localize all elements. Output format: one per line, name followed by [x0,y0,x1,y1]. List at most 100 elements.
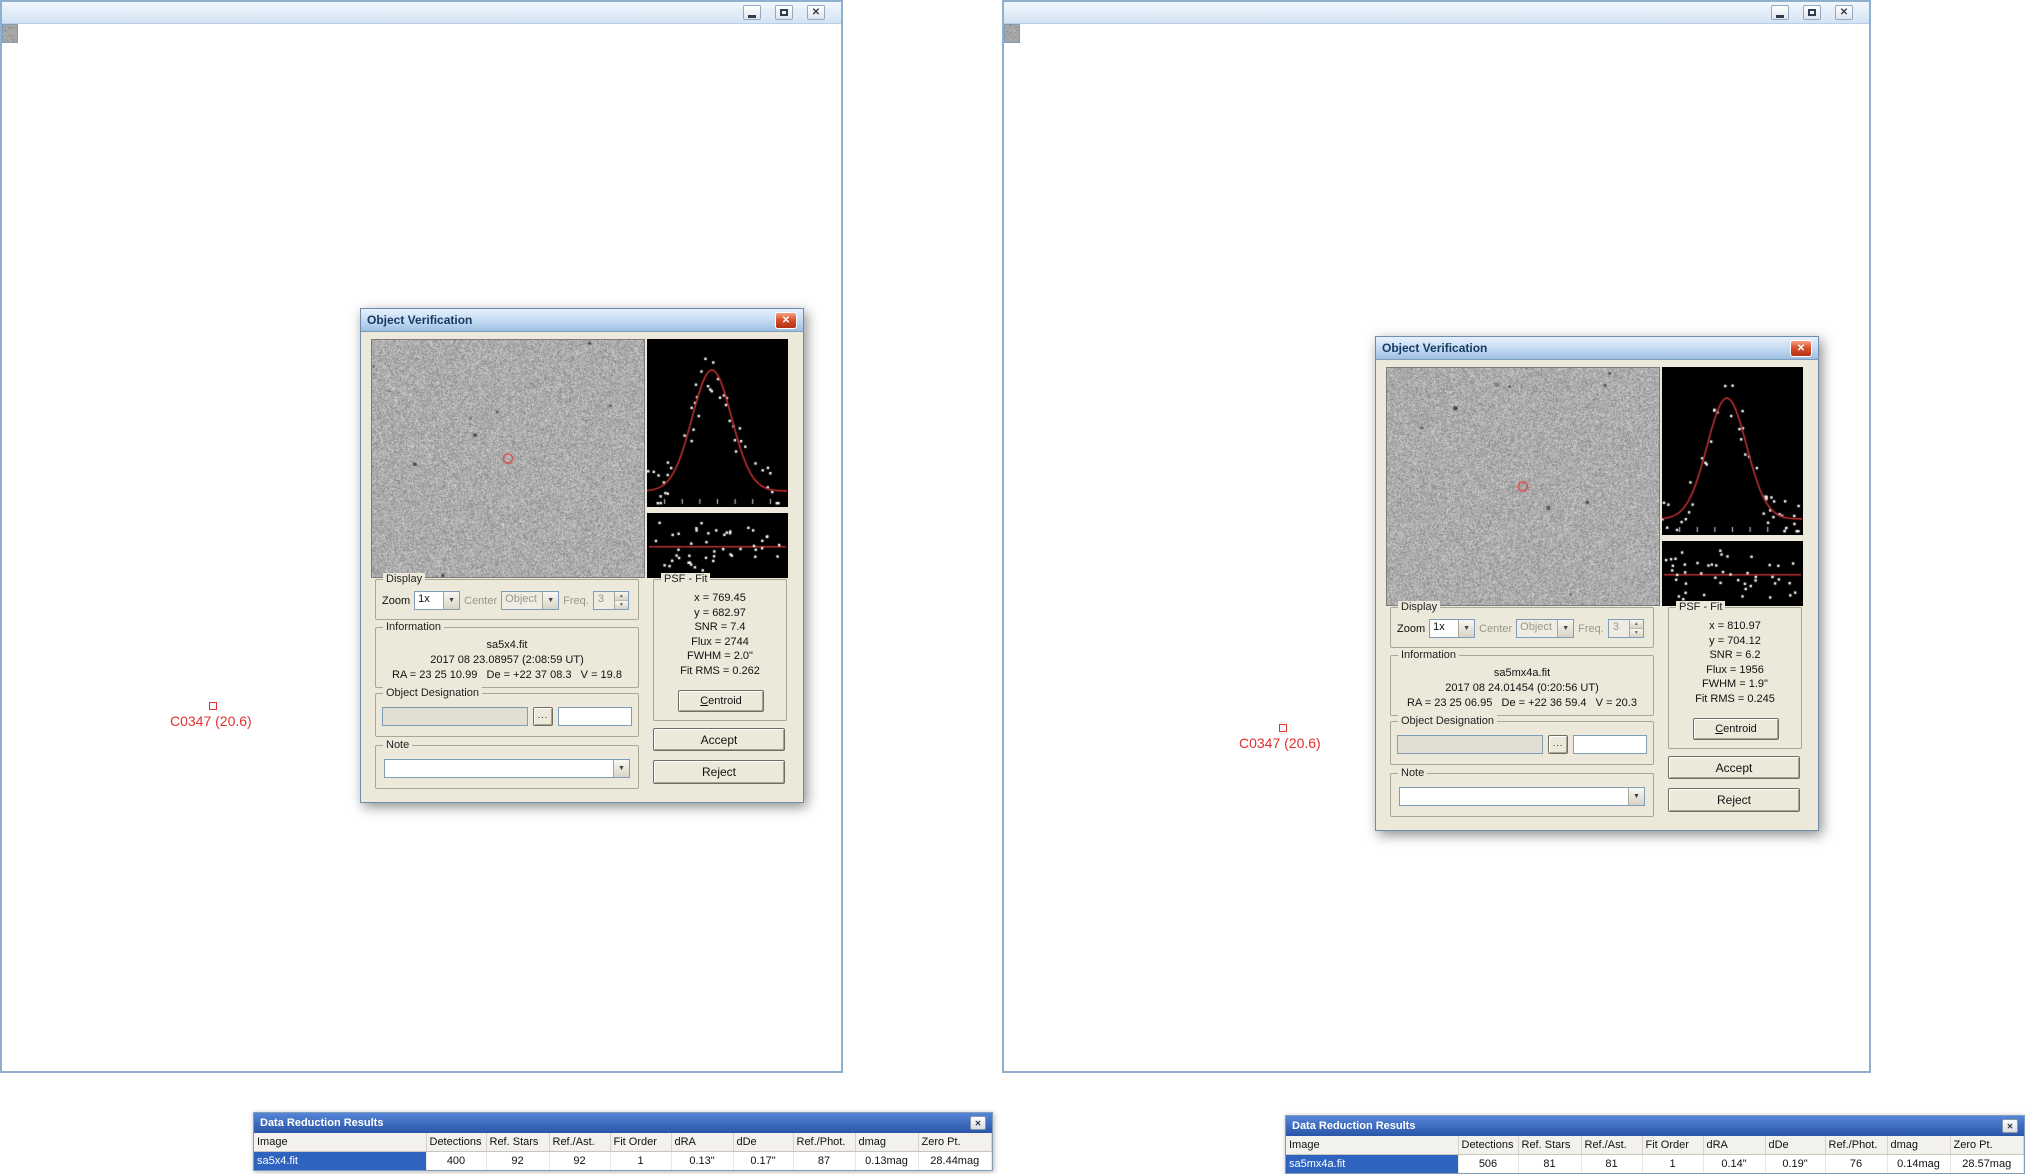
reject-button[interactable]: Reject [1668,788,1800,812]
object-marker [209,702,217,710]
col-image[interactable]: Image [254,1133,426,1152]
dialog-titlebar[interactable]: Object Verification ✕ [361,309,803,332]
accept-button[interactable]: Accept [1668,756,1800,779]
note-group: Note ▼ [1390,773,1654,817]
cell-ref-stars[interactable]: 92 [486,1152,549,1171]
table-row[interactable]: sa5mx4a.fit 506 81 81 1 0.14" 0.19" 76 0… [1286,1155,2024,1174]
close-button[interactable]: ✕ [1835,5,1853,20]
cell-ref-ast[interactable]: 81 [1581,1155,1642,1174]
designation-input[interactable] [1397,735,1543,754]
minimize-button[interactable] [1771,5,1789,20]
col-dde[interactable]: dDe [733,1133,793,1152]
col-dra[interactable]: dRA [671,1133,733,1152]
col-dmag[interactable]: dmag [855,1133,918,1152]
results-title: Data Reduction Results [260,1117,383,1129]
minimize-button[interactable] [743,5,761,20]
chevron-down-icon[interactable]: ▼ [613,760,629,777]
dialog-close-button[interactable]: ✕ [1790,340,1812,357]
restore-button[interactable] [775,5,793,20]
cell-fit-order[interactable]: 1 [1642,1155,1703,1174]
center-select: Object ▼ [1516,619,1574,638]
zoom-select[interactable]: 1x ▼ [1429,619,1475,638]
cell-fit-order[interactable]: 1 [610,1152,671,1171]
designation-extra-input[interactable] [1573,735,1647,754]
chevron-down-icon[interactable]: ▼ [443,592,459,609]
results-table: Image Detections Ref. Stars Ref./Ast. Fi… [1286,1136,2024,1173]
results-close-button[interactable]: ✕ [970,1116,986,1130]
information-legend: Information [383,621,444,634]
chevron-down-icon: ▼ [1557,620,1573,637]
col-zero-pt[interactable]: Zero Pt. [918,1133,992,1152]
col-ref-ast[interactable]: Ref./Ast. [549,1133,610,1152]
zoom-label: Zoom [1397,623,1425,635]
cell-ref-ast[interactable]: 92 [549,1152,610,1171]
dialog-titlebar[interactable]: Object Verification ✕ [1376,337,1818,360]
chevron-down-icon[interactable]: ▼ [1628,788,1644,805]
object-preview-image[interactable] [1386,367,1660,606]
chevron-down-icon[interactable]: ▼ [1458,620,1474,637]
note-select[interactable]: ▼ [384,759,630,778]
cell-dmag[interactable]: 0.13mag [855,1152,918,1171]
results-title: Data Reduction Results [1292,1120,1415,1132]
results-close-button[interactable]: ✕ [2002,1119,2018,1133]
col-image[interactable]: Image [1286,1136,1458,1155]
col-dra[interactable]: dRA [1703,1136,1765,1155]
designation-input[interactable] [382,707,528,726]
table-row[interactable]: sa5x4.fit 400 92 92 1 0.13" 0.17" 87 0.1… [254,1152,992,1171]
zoom-select[interactable]: 1x ▼ [414,591,460,610]
cell-ref-stars[interactable]: 81 [1518,1155,1581,1174]
col-ref-ast[interactable]: Ref./Ast. [1581,1136,1642,1155]
results-titlebar[interactable]: Data Reduction Results ✕ [1286,1116,2024,1136]
psf-fitrms-value: Fit RMS = 0.262 [654,664,786,679]
object-preview-image[interactable] [371,339,645,578]
centroid-button[interactable]: Centroid [678,690,764,712]
designation-browse-button[interactable]: ... [533,707,553,726]
dialog-close-button[interactable]: ✕ [775,312,797,329]
designation-browse-button[interactable]: ... [1548,735,1568,754]
cell-ref-phot[interactable]: 76 [1825,1155,1887,1174]
results-table: Image Detections Ref. Stars Ref./Ast. Fi… [254,1133,992,1170]
display-group: Display Zoom 1x ▼ Center Object ▼ Freq. … [1390,607,1654,648]
cell-dra[interactable]: 0.13" [671,1152,733,1171]
star-field-image[interactable] [2,24,18,43]
object-marker [1279,724,1287,732]
cell-detections[interactable]: 506 [1458,1155,1518,1174]
col-dmag[interactable]: dmag [1887,1136,1950,1155]
col-detections[interactable]: Detections [426,1133,486,1152]
star-field-image[interactable] [1004,24,1020,43]
cell-image[interactable]: sa5x4.fit [254,1152,426,1171]
cell-detections[interactable]: 400 [426,1152,486,1171]
accept-button[interactable]: Accept [653,728,785,751]
col-zero-pt[interactable]: Zero Pt. [1950,1136,2024,1155]
centroid-button[interactable]: Centroid [1693,718,1779,740]
cell-dde[interactable]: 0.19" [1765,1155,1825,1174]
results-titlebar[interactable]: Data Reduction Results ✕ [254,1113,992,1133]
designation-extra-input[interactable] [558,707,632,726]
object-designation-legend: Object Designation [383,687,482,700]
col-detections[interactable]: Detections [1458,1136,1518,1155]
psf-fitrms-value: Fit RMS = 0.245 [1669,692,1801,707]
spin-up-icon: ▲ [1630,620,1643,629]
col-ref-phot[interactable]: Ref./Phot. [1825,1136,1887,1155]
col-fit-order[interactable]: Fit Order [610,1133,671,1152]
reject-button[interactable]: Reject [653,760,785,784]
window-titlebar[interactable]: ✕ [2,2,841,24]
restore-button[interactable] [1803,5,1821,20]
col-fit-order[interactable]: Fit Order [1642,1136,1703,1155]
col-dde[interactable]: dDe [1765,1136,1825,1155]
cell-image[interactable]: sa5mx4a.fit [1286,1155,1458,1174]
psf-profile-plot [1662,367,1803,535]
cell-dra[interactable]: 0.14" [1703,1155,1765,1174]
note-select[interactable]: ▼ [1399,787,1645,806]
cell-zero-pt[interactable]: 28.44mag [918,1152,992,1171]
cell-dmag[interactable]: 0.14mag [1887,1155,1950,1174]
cell-dde[interactable]: 0.17" [733,1152,793,1171]
col-ref-stars[interactable]: Ref. Stars [486,1133,549,1152]
window-titlebar[interactable]: ✕ [1004,2,1869,24]
cell-zero-pt[interactable]: 28.57mag [1950,1155,2024,1174]
close-button[interactable]: ✕ [807,5,825,20]
cell-ref-phot[interactable]: 87 [793,1152,855,1171]
col-ref-phot[interactable]: Ref./Phot. [793,1133,855,1152]
col-ref-stars[interactable]: Ref. Stars [1518,1136,1581,1155]
info-coordinates: RA = 23 25 06.95 De = +22 36 59.4 V = 20… [1391,696,1653,711]
